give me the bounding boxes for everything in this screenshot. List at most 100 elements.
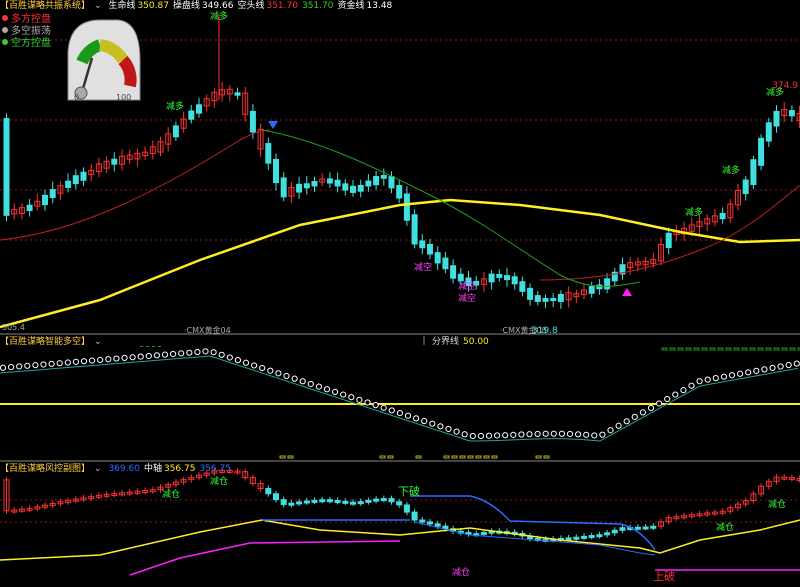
signal-dash xyxy=(451,455,458,459)
signal-dash xyxy=(146,346,149,347)
panel2-title[interactable]: 【百胜谋略智能多空】 xyxy=(0,337,90,347)
osc-dot xyxy=(194,348,201,356)
osc-dot xyxy=(275,370,282,377)
osc-dot xyxy=(332,388,339,395)
candle-body xyxy=(319,499,326,503)
candle-body xyxy=(480,531,487,535)
osc-dot xyxy=(202,348,209,355)
osc-dot xyxy=(461,431,468,438)
mid-axis-line xyxy=(0,519,800,561)
candle-body xyxy=(419,519,426,523)
indicator-value: 356.75 xyxy=(163,464,196,474)
chart-canvas[interactable]: 减多减多减多减多减多减空减空减空·CMX黄金04 ·CMX黄金08374.9319… xyxy=(0,0,800,587)
sell-signal-label: 减多 xyxy=(722,164,740,176)
osc-dot xyxy=(575,431,582,438)
gauge-max: 100 xyxy=(116,93,131,102)
candle-body xyxy=(280,177,287,198)
osc-dot xyxy=(218,351,225,358)
candle-body xyxy=(581,535,587,539)
candle-body xyxy=(196,104,202,114)
panel3-menu-icon[interactable]: ⌄ xyxy=(94,464,102,474)
legend-label: 多空振荡 xyxy=(11,26,51,37)
candle-body xyxy=(273,493,279,501)
legend-label: 多方控盘 xyxy=(11,14,51,25)
signal-dash xyxy=(693,347,700,351)
osc-dot xyxy=(615,422,622,429)
osc-dot xyxy=(178,350,185,357)
candle-body xyxy=(550,298,557,302)
panel1-title[interactable]: 【百胜谋略共振系统】 xyxy=(0,1,90,11)
signal-dash xyxy=(717,347,724,351)
osc-dot xyxy=(113,355,120,362)
signal-dash xyxy=(725,347,732,351)
signal-dash xyxy=(741,347,748,351)
candle-body xyxy=(303,500,310,504)
candle-body xyxy=(411,511,418,521)
osc-dot xyxy=(712,375,719,382)
trend-line xyxy=(261,129,641,287)
candle-body xyxy=(411,214,418,245)
panel2-menu-icon[interactable]: ⌄ xyxy=(94,337,102,347)
osc-dot xyxy=(259,364,266,372)
gauge-min: 0 xyxy=(74,93,79,102)
candle-body xyxy=(388,498,395,503)
up-arrow-icon xyxy=(622,288,632,296)
candle-body xyxy=(388,176,395,189)
osc-dot xyxy=(599,431,606,438)
signal-dash xyxy=(491,455,498,459)
candle-body xyxy=(280,499,287,505)
osc-dot xyxy=(680,387,687,394)
candle-body xyxy=(396,501,403,506)
osc-dot xyxy=(639,409,647,416)
panel3-header: 【百胜谋略风控副图】 ⌄ 369.60 中轴 356.75 356.75 xyxy=(0,463,239,475)
osc-dot xyxy=(340,391,347,398)
osc-dot xyxy=(404,412,412,419)
candle-body xyxy=(427,521,433,525)
osc-dot xyxy=(647,404,655,412)
osc-dot xyxy=(688,382,695,389)
osc-line xyxy=(0,355,799,442)
price-low-label: 319.8 xyxy=(532,326,558,336)
osc-dot xyxy=(380,404,387,411)
candle-body xyxy=(334,500,341,504)
candle-body xyxy=(604,278,611,290)
osc-dot xyxy=(97,356,104,363)
osc-dot xyxy=(542,430,549,437)
candle-body xyxy=(265,143,272,164)
boundary-value: 50.00 xyxy=(463,337,489,347)
osc-dot xyxy=(40,361,47,368)
indicator-value: 351.70 xyxy=(266,1,298,11)
candle-body xyxy=(273,159,279,184)
legend-dot-icon xyxy=(2,39,8,45)
candle-body xyxy=(450,265,457,279)
osc-dot xyxy=(170,350,177,358)
signal-dash xyxy=(279,455,286,459)
osc-dot xyxy=(558,430,566,437)
candle-body xyxy=(111,158,118,165)
candle-body xyxy=(604,532,611,536)
candle-body xyxy=(596,534,603,538)
signal-dash xyxy=(773,347,780,351)
osc-dot xyxy=(656,400,663,407)
panel1-menu-icon[interactable]: ⌄ xyxy=(94,1,102,11)
candle-body xyxy=(365,499,372,503)
osc-dot xyxy=(445,425,452,433)
upper-band xyxy=(410,495,656,551)
candle-body xyxy=(380,498,387,502)
candle-body xyxy=(342,183,349,191)
osc-dot xyxy=(145,352,152,360)
down-arrow-icon xyxy=(268,121,278,129)
osc-dot xyxy=(24,362,31,369)
osc-dot xyxy=(186,349,193,356)
osc-dot xyxy=(631,413,638,420)
candle-body xyxy=(357,501,364,505)
cmx-label: ·CMX黄金04 xyxy=(184,325,231,335)
osc-dot xyxy=(623,418,630,425)
candle-body xyxy=(326,178,333,184)
candle-body xyxy=(172,125,179,138)
panel3-title[interactable]: 【百胜谋略风控副图】 xyxy=(0,464,90,474)
signal-dash xyxy=(287,455,294,459)
candle-body xyxy=(350,501,356,505)
osc-dot xyxy=(550,430,557,437)
osc-dot xyxy=(226,354,233,361)
